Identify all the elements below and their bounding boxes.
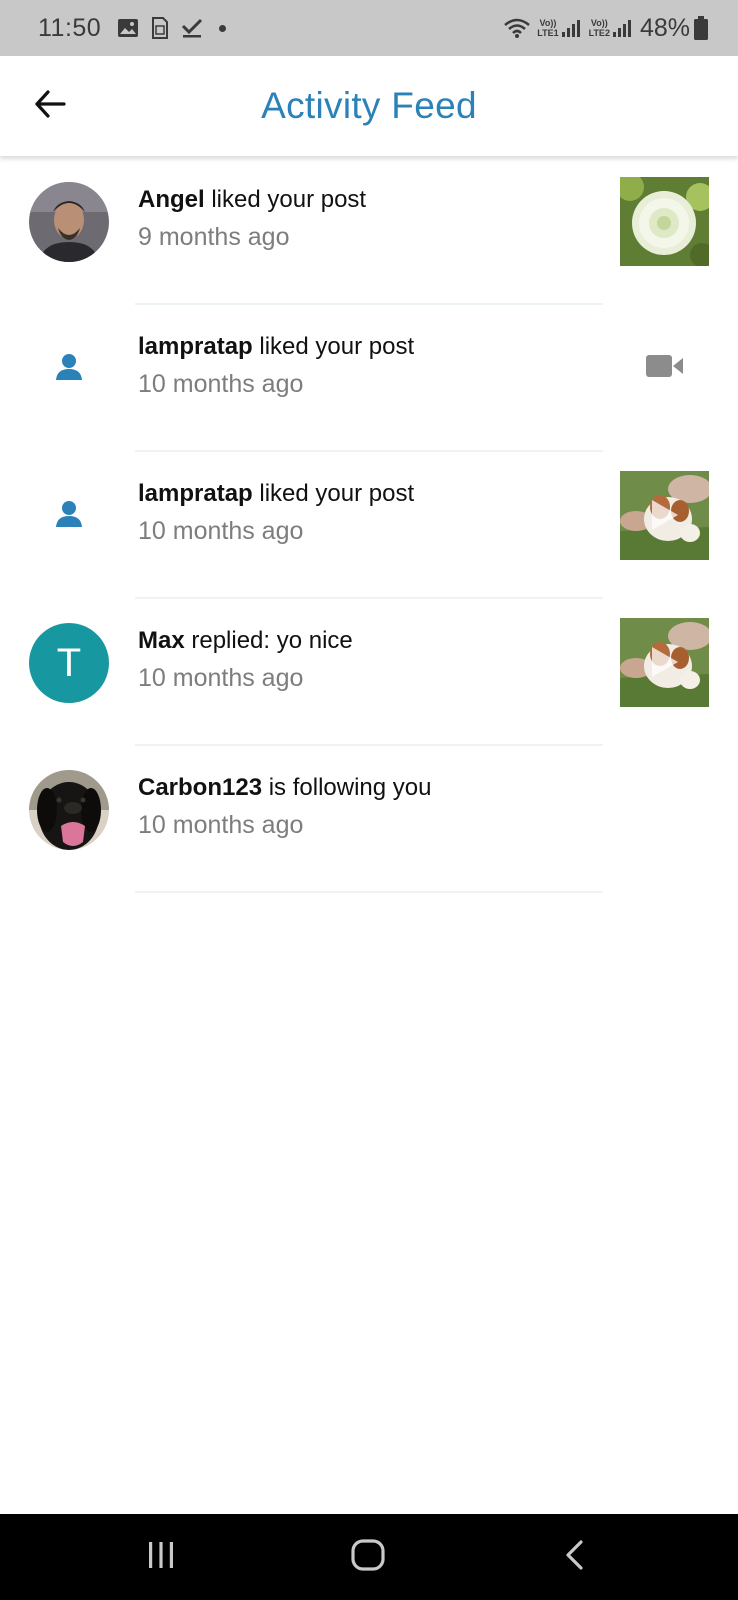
username[interactable]: Angel [138, 186, 205, 213]
play-icon [650, 645, 680, 684]
video-thumbnail[interactable] [620, 618, 709, 707]
action-text: liked your post [204, 186, 367, 213]
person-icon [54, 352, 84, 387]
back-button[interactable] [26, 82, 74, 130]
avatar[interactable] [29, 329, 109, 409]
app-bar: Activity Feed [0, 56, 738, 156]
username[interactable]: Max [138, 627, 185, 654]
divider [135, 891, 603, 893]
post-thumbnail[interactable] [620, 177, 709, 266]
feed-item-text: Carbon123 is following you 10 months ago [138, 774, 598, 840]
recent-apps-icon [146, 1540, 176, 1575]
action-text: is following you [262, 774, 432, 801]
feed-item-message: Carbon123 is following you [138, 774, 598, 802]
sim1-network-label: Vo)) LTE1 [537, 18, 559, 38]
sim2-network-label: Vo)) LTE2 [588, 18, 610, 38]
activity-feed-list: Angel liked your post 9 months ago lampr… [0, 158, 738, 893]
home-icon [350, 1538, 386, 1577]
username[interactable]: lampratap [138, 333, 253, 360]
recent-apps-button[interactable] [131, 1532, 191, 1582]
username[interactable]: Carbon123 [138, 774, 262, 801]
home-button[interactable] [338, 1532, 398, 1582]
feed-item-message: Max replied: yo nice [138, 627, 598, 655]
avatar[interactable] [29, 476, 109, 556]
wifi-icon [503, 17, 531, 39]
arrow-left-icon [34, 89, 66, 123]
signal-icon [612, 18, 632, 38]
avatar[interactable] [29, 770, 109, 850]
timestamp: 9 months ago [138, 223, 290, 251]
post-thumbnail[interactable] [620, 324, 709, 413]
system-nav-bar [0, 1514, 738, 1600]
feed-item[interactable]: T Max replied: yo nice 10 months ago [0, 599, 738, 746]
action-text: liked your post [252, 480, 415, 507]
feed-item-message: Angel liked your post [138, 186, 598, 214]
notification-dot-icon [219, 24, 227, 32]
video-thumbnail[interactable] [620, 471, 709, 560]
feed-item-text: Max replied: yo nice 10 months ago [138, 627, 598, 693]
page-title: Activity Feed [261, 85, 477, 126]
checkmark-icon [181, 18, 203, 38]
battery-percentage: 48% [639, 13, 690, 42]
timestamp: 10 months ago [138, 517, 304, 545]
status-bar: 11:50 Vo)) LTE1 Vo)) LTE2 48% [0, 0, 738, 56]
gallery-icon [117, 18, 139, 38]
person-icon [54, 499, 84, 534]
avatar[interactable]: T [29, 623, 109, 703]
feed-item-message: lampratap liked your post [138, 333, 598, 361]
sim-card-icon [151, 17, 169, 39]
status-time: 11:50 [38, 13, 102, 42]
video-camera-icon [645, 354, 684, 383]
feed-item-message: lampratap liked your post [138, 480, 598, 508]
system-back-button[interactable] [545, 1532, 605, 1582]
timestamp: 10 months ago [138, 811, 304, 839]
feed-item-text: lampratap liked your post 10 months ago [138, 480, 598, 546]
play-icon [650, 498, 680, 537]
feed-item[interactable]: Carbon123 is following you 10 months ago [0, 746, 738, 893]
timestamp: 10 months ago [138, 664, 304, 692]
avatar[interactable] [29, 182, 109, 262]
timestamp: 10 months ago [138, 370, 304, 398]
feed-item-text: lampratap liked your post 10 months ago [138, 333, 598, 399]
username[interactable]: lampratap [138, 480, 253, 507]
feed-item-text: Angel liked your post 9 months ago [138, 186, 598, 252]
feed-item[interactable]: Angel liked your post 9 months ago [0, 158, 738, 305]
action-text: replied: yo nice [184, 627, 353, 654]
feed-item[interactable]: lampratap liked your post 10 months ago [0, 452, 738, 599]
back-icon [563, 1539, 587, 1576]
signal-icon [561, 18, 581, 38]
battery-icon [694, 16, 708, 40]
action-text: liked your post [252, 333, 415, 360]
feed-item[interactable]: lampratap liked your post 10 months ago [0, 305, 738, 452]
